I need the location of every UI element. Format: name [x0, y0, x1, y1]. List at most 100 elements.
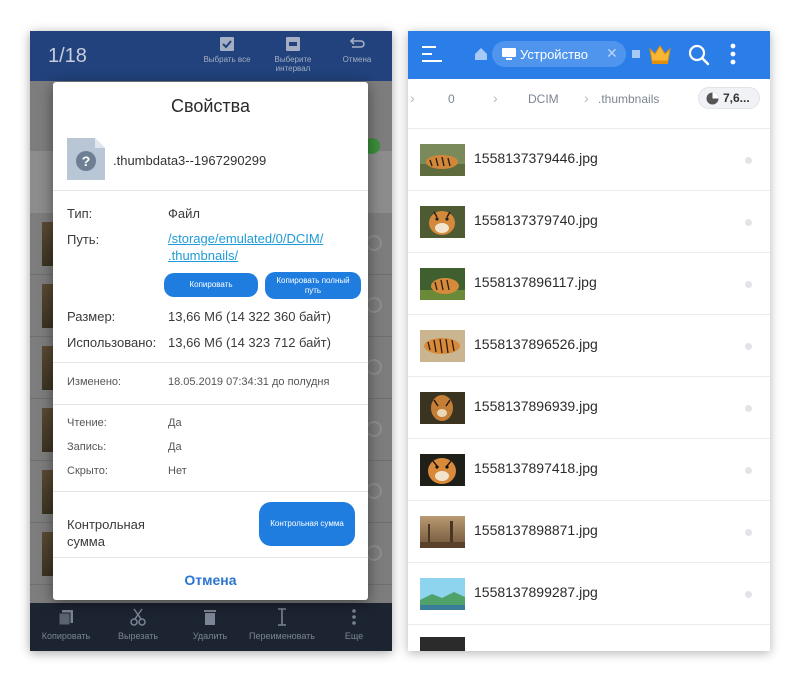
delete-action-label: Удалить	[192, 631, 228, 641]
checksum-button-label: Контрольная сумма	[270, 519, 344, 528]
select-interval-button[interactable]: Выберите интервал	[258, 35, 328, 73]
list-item[interactable]: 1558137896117.jpg	[408, 253, 770, 315]
divider	[53, 190, 368, 191]
storage-chip[interactable]: 7,6...	[698, 87, 760, 109]
svg-text:?: ?	[82, 153, 91, 169]
selection-counter: 1/18	[48, 45, 87, 67]
file-name: 1558137379740.jpg	[474, 212, 598, 228]
search-icon[interactable]	[688, 44, 710, 66]
divider	[53, 491, 368, 492]
cut-action-button[interactable]: Вырезать	[102, 607, 174, 641]
trash-icon	[204, 610, 216, 625]
menu-icon[interactable]	[422, 45, 444, 63]
pie-chart-icon	[706, 92, 719, 105]
image-thumbnail	[420, 268, 465, 300]
select-radio[interactable]	[366, 545, 382, 561]
delete-action-button[interactable]: Удалить	[174, 607, 246, 641]
rename-action-button[interactable]: Переименовать	[246, 607, 318, 641]
select-dot[interactable]	[745, 157, 752, 164]
select-radio[interactable]	[366, 297, 382, 313]
storage-text: 7,6...	[723, 91, 750, 105]
list-item[interactable]: 1558137896526.jpg	[408, 315, 770, 377]
more-action-button[interactable]: Еще	[318, 607, 390, 641]
select-dot[interactable]	[745, 343, 752, 350]
list-item[interactable]: 1558137379446.jpg	[408, 129, 770, 191]
checksum-button[interactable]: Контрольная сумма	[259, 502, 355, 546]
read-label: Чтение:	[67, 417, 107, 429]
write-label: Запись:	[67, 441, 107, 453]
unknown-file-icon: ?	[67, 138, 105, 180]
breadcrumb-item-root[interactable]: 0	[448, 92, 455, 106]
list-item[interactable]	[408, 625, 770, 651]
device-icon	[502, 48, 516, 60]
select-dot[interactable]	[745, 529, 752, 536]
list-item[interactable]: 1558137896939.jpg	[408, 377, 770, 439]
breadcrumb-item-dcim[interactable]: DCIM	[528, 92, 559, 106]
copy-path-button[interactable]: Копировать	[164, 273, 258, 297]
dialog-cancel-button[interactable]: Отмена	[53, 572, 368, 588]
chevron-right-icon: ›	[584, 90, 589, 106]
divider	[53, 404, 368, 405]
path-link[interactable]: /storage/emulated/0/DCIM/ .thumbnails/	[168, 230, 358, 264]
select-dot[interactable]	[745, 405, 752, 412]
select-all-button[interactable]: Выбрать все	[192, 35, 262, 64]
copy-full-path-label-1: Копировать полный	[276, 275, 350, 285]
select-radio[interactable]	[366, 235, 382, 251]
breadcrumb-item-thumbnails[interactable]: .thumbnails	[598, 92, 659, 106]
image-thumbnail	[420, 454, 465, 486]
checksum-label-2: сумма	[67, 534, 105, 549]
rename-action-label: Переименовать	[249, 631, 315, 641]
divider	[53, 557, 368, 558]
more-icon	[352, 609, 356, 625]
image-thumbnail	[420, 516, 465, 548]
chevron-left-icon: ›	[410, 90, 415, 106]
copy-action-button[interactable]: Копировать	[30, 607, 102, 641]
location-chip-label: Устройство	[520, 47, 589, 62]
file-name: 1558137897418.jpg	[474, 460, 598, 476]
select-radio[interactable]	[366, 359, 382, 375]
interval-icon	[286, 37, 300, 51]
checksum-label: Контрольная сумма	[67, 516, 145, 550]
breadcrumb: › 0 › DCIM › .thumbnails 7,6...	[408, 79, 770, 119]
cancel-selection-button[interactable]: Отмена	[322, 35, 392, 64]
used-label: Использовано:	[67, 335, 157, 350]
select-radio[interactable]	[366, 421, 382, 437]
select-dot[interactable]	[745, 281, 752, 288]
image-thumbnail	[420, 578, 465, 610]
image-thumbnail	[420, 392, 465, 424]
dialog-title: Свойства	[170, 96, 251, 116]
list-item[interactable]: 1558137379740.jpg	[408, 191, 770, 253]
size-value: 13,66 Мб (14 322 360 байт)	[168, 309, 331, 324]
selection-toolbar: 1/18 Выбрать все Выберите интервал Отмен…	[30, 31, 392, 81]
list-item[interactable]: 1558137899287.jpg	[408, 563, 770, 625]
crown-icon[interactable]	[648, 43, 672, 65]
file-name: 1558137899287.jpg	[474, 584, 598, 600]
list-item[interactable]: 1558137897418.jpg	[408, 439, 770, 501]
read-value: Да	[168, 417, 182, 429]
undo-icon	[349, 37, 365, 48]
copy-action-label: Копировать	[41, 631, 91, 641]
scissors-icon	[130, 608, 146, 626]
cancel-selection-label: Отмена	[342, 55, 372, 64]
hidden-label: Скрыто:	[67, 465, 108, 477]
select-dot[interactable]	[745, 219, 752, 226]
location-chip[interactable]: Устройство ✕	[492, 41, 626, 67]
select-dot[interactable]	[745, 467, 752, 474]
divider	[53, 362, 368, 363]
copy-full-path-button[interactable]: Копировать полный путь	[265, 272, 361, 299]
home-icon[interactable]	[474, 47, 488, 61]
more-vert-icon[interactable]	[730, 43, 736, 65]
hidden-value: Нет	[168, 465, 187, 477]
select-radio[interactable]	[366, 483, 382, 499]
window-icon[interactable]	[632, 50, 640, 58]
file-name: 1558137896117.jpg	[474, 274, 597, 290]
path-line-1: /storage/emulated/0/DCIM/	[168, 231, 324, 246]
list-item[interactable]	[408, 119, 770, 129]
image-thumbnail	[420, 330, 465, 362]
more-action-label: Еще	[344, 631, 364, 641]
list-item[interactable]: 1558137898871.jpg	[408, 501, 770, 563]
select-dot[interactable]	[745, 591, 752, 598]
file-name: 1558137896526.jpg	[474, 336, 598, 352]
close-icon[interactable]: ✕	[606, 45, 618, 62]
modified-label: Изменено:	[67, 376, 122, 388]
